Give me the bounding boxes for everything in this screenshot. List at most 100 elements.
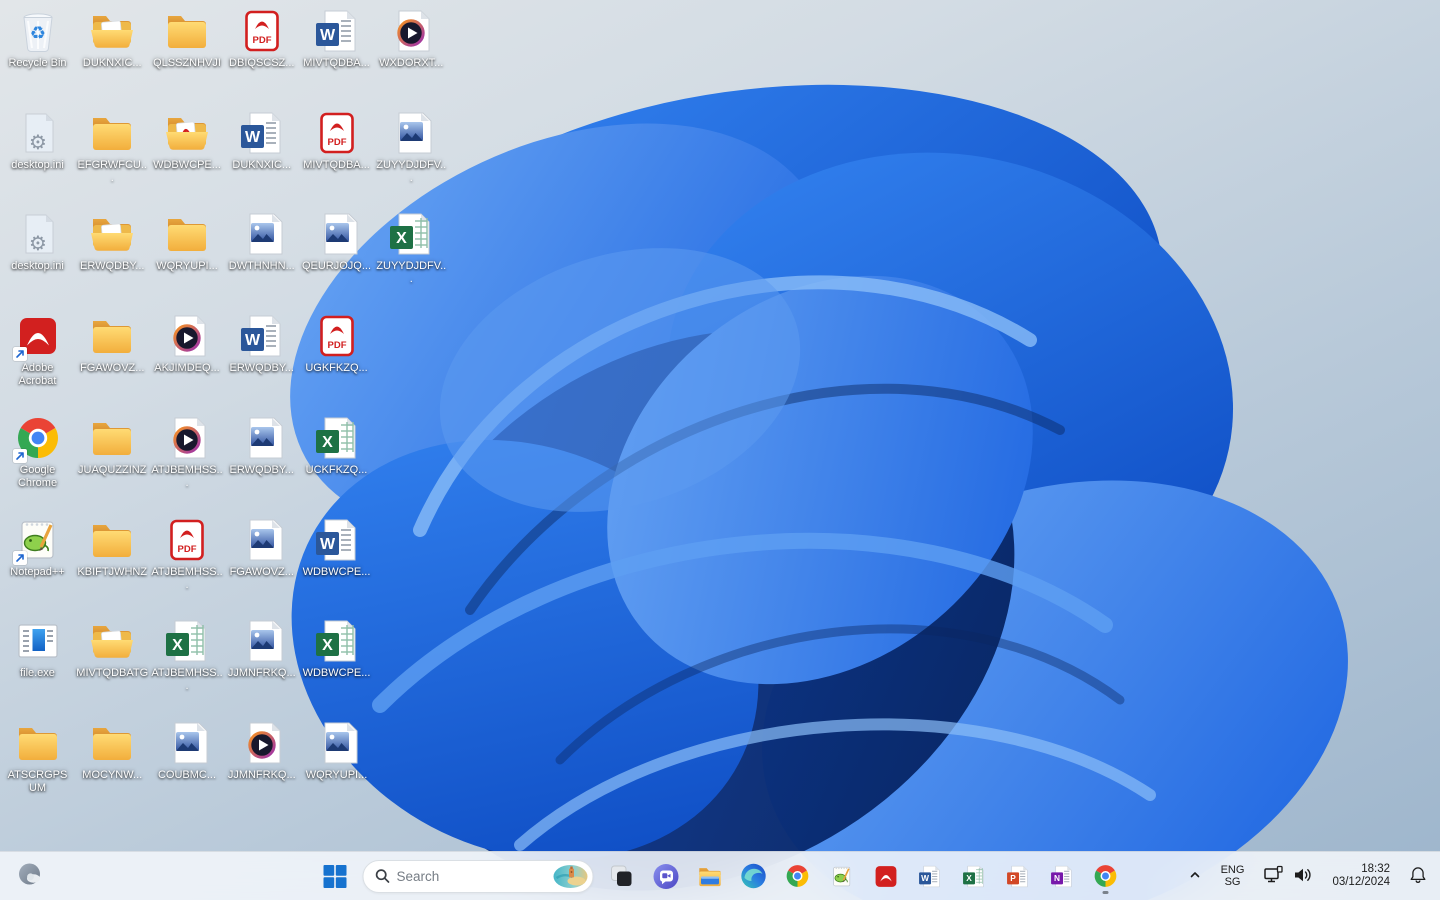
image-icon <box>238 516 286 564</box>
volume-icon <box>1292 865 1314 888</box>
chevron-up-icon <box>1187 867 1203 886</box>
image-icon <box>238 210 286 258</box>
desktop-icon-adobe-acrobat[interactable]: Adobe Acrobat <box>1 312 75 388</box>
tray-language-button[interactable]: ENG SG <box>1217 861 1249 891</box>
image-icon <box>238 414 286 462</box>
taskbar-file-explorer-button[interactable] <box>690 856 730 896</box>
tray-notifications-button[interactable] <box>1404 862 1432 891</box>
desktop-icon-desktop-ini[interactable]: ⚙desktop.ini <box>1 210 75 273</box>
taskbar-word-button[interactable]: W <box>910 856 950 896</box>
language-region: SG <box>1221 876 1245 888</box>
desktop-icon-mocynw[interactable]: MOCYNW... <box>75 719 149 782</box>
taskbar-search[interactable] <box>363 860 594 893</box>
notepad-plus-plus-icon <box>829 864 854 889</box>
desktop-icon-erwqdby[interactable]: WERWQDBY... <box>225 312 299 375</box>
desktop-icon-atscrgpsum[interactable]: ATSCRGPSUM <box>1 719 75 795</box>
svg-text:W: W <box>319 536 335 553</box>
icon-label: WDBWCPE... <box>303 566 371 579</box>
media-icon <box>163 414 211 462</box>
icon-label: Google Chrome <box>2 464 74 490</box>
taskbar-onenote-button[interactable]: N <box>1042 856 1082 896</box>
icon-label: ATSCRGPSUM <box>7 769 69 795</box>
taskbar-excel-button[interactable]: X <box>954 856 994 896</box>
desktop-icon-atjbemhss[interactable]: PDFATJBEMHSS... <box>150 516 224 592</box>
folder-icon <box>88 312 136 360</box>
desktop-icon-notepad[interactable]: Notepad++ <box>1 516 75 579</box>
tray-chevron-button[interactable] <box>1183 864 1207 889</box>
desktop-icon-wdbwcpe[interactable]: W WDBWCPE... <box>300 516 374 579</box>
desktop-icon-fgawovz[interactable]: FGAWOVZ... <box>75 312 149 375</box>
desktop-icon-file-exe[interactable]: file.exe <box>1 617 75 680</box>
desktop-icon-desktop-ini[interactable]: ⚙desktop.ini <box>1 109 75 172</box>
desktop-icon-dwthnhn[interactable]: DWTHNHN... <box>225 210 299 273</box>
desktop-icon-atjbemhss[interactable]: XATJBEMHSS... <box>150 617 224 693</box>
desktop-icon-duknxic[interactable]: DUKNXIC... <box>75 7 149 70</box>
icon-label: Notepad++ <box>10 566 64 579</box>
taskbar-start-button[interactable] <box>315 856 355 896</box>
icon-label: JJMNFRKQ... <box>228 667 296 680</box>
desktop-icon-mivtqdbatg[interactable]: MIVTQDBATG <box>75 617 149 680</box>
desktop-icon-mivtqdba[interactable]: PDFMIVTQDBA... <box>300 109 374 172</box>
shortcut-arrow-icon <box>13 347 27 361</box>
tray-network-button[interactable] <box>1258 861 1318 892</box>
desktop-icon-wqryupi[interactable]: WQRYUPI... <box>300 719 374 782</box>
desktop-icon-mivtqdba[interactable]: W MIVTQDBA... <box>300 7 374 70</box>
desktop-icon-erwqdby[interactable]: ERWQDBY... <box>75 210 149 273</box>
onenote-icon: N <box>1049 864 1074 889</box>
notepadpp-app-icon <box>14 516 62 564</box>
taskbar-notepad-plus-plus-button[interactable] <box>822 856 862 896</box>
desktop-icon-qlssznhvji[interactable]: QLSSZNHVJI <box>150 7 224 70</box>
desktop-icon-akjimdeq[interactable]: AKJIMDEQ... <box>150 312 224 375</box>
desktop-icon-jjmnfrkq[interactable]: JJMNFRKQ... <box>225 719 299 782</box>
desktop-icon-wqryupi[interactable]: WQRYUPI... <box>150 210 224 273</box>
desktop-icon-recycle-bin[interactable]: ♻Recycle Bin <box>1 7 75 70</box>
desktop-icon-zuyydjdfv[interactable]: ZUYYDJDFV... <box>374 109 448 185</box>
icon-label: FGAWOVZ... <box>230 566 294 579</box>
desktop-icon-uckfkzq[interactable]: XUCKFKZQ... <box>300 414 374 477</box>
desktop-icon-zuyydjdfv[interactable]: XZUYYDJDFV... <box>374 210 448 286</box>
taskbar-task-view-button[interactable] <box>602 856 642 896</box>
widgets-weather-button[interactable] <box>10 856 50 896</box>
desktop-icon-efgrwfcu[interactable]: EFGRWFCU... <box>75 109 149 185</box>
desktop-icon-qeurjojq[interactable]: QEURJOJQ... <box>300 210 374 273</box>
icon-label: WXDORXT... <box>379 57 443 70</box>
icon-label: MIVTQDBA... <box>303 57 370 70</box>
search-input[interactable] <box>391 869 553 884</box>
icon-label: ZUYYDJDFV... <box>375 159 447 185</box>
image-icon <box>313 719 361 767</box>
start-icon <box>322 864 347 889</box>
tray-clock-button[interactable]: 18:32 03/12/2024 <box>1328 860 1394 892</box>
folder-icon <box>163 7 211 55</box>
desktop-icon-ugkfkzq[interactable]: PDFUGKFKZQ... <box>300 312 374 375</box>
desktop-icon-jjmnfrkq[interactable]: JJMNFRKQ... <box>225 617 299 680</box>
desktop-icon-wdbwcpe[interactable]: XWDBWCPE... <box>300 617 374 680</box>
excel-icon: X <box>313 414 361 462</box>
taskbar-acrobat-button[interactable] <box>866 856 906 896</box>
desktop-icon-coubmc[interactable]: COUBMC... <box>150 719 224 782</box>
desktop-icon-dbiqscsz[interactable]: PDFDBIQSCSZ... <box>225 7 299 70</box>
desktop-icon-google-chrome[interactable]: Google Chrome <box>1 414 75 490</box>
image-icon <box>313 210 361 258</box>
desktop-icon-wxdorxt[interactable]: WXDORXT... <box>374 7 448 70</box>
desktop-icon-kbiftjwhnz[interactable]: KBIFTJWHNZ <box>75 516 149 579</box>
folder-icon <box>88 109 136 157</box>
icon-label: desktop.ini <box>11 260 64 273</box>
desktop-icon-juaquzzinz[interactable]: JUAQUZZINZ <box>75 414 149 477</box>
taskbar-chrome-button[interactable] <box>778 856 818 896</box>
desktop-icon-fgawovz[interactable]: FGAWOVZ... <box>225 516 299 579</box>
taskbar-powerpoint-button[interactable]: P <box>998 856 1038 896</box>
icon-label: DWTHNHN... <box>229 260 295 273</box>
taskbar-chat-button[interactable] <box>646 856 686 896</box>
bing-daily-image <box>553 864 589 889</box>
desktop-icon-wdbwcpe[interactable]: WDBWCPE... <box>150 109 224 172</box>
taskbar-chrome-running-button[interactable] <box>1086 856 1126 896</box>
excel-icon: X <box>961 864 986 889</box>
svg-text:PDF: PDF <box>252 35 271 46</box>
desktop-icon-atjbemhss[interactable]: ATJBEMHSS... <box>150 414 224 490</box>
svg-text:W: W <box>319 27 335 44</box>
icon-label: AKJIMDEQ... <box>154 362 219 375</box>
desktop-icon-duknxic[interactable]: WDUKNXIC... <box>225 109 299 172</box>
taskbar-edge-button[interactable] <box>734 856 774 896</box>
svg-text:P: P <box>1010 873 1016 883</box>
desktop-icon-erwqdby[interactable]: ERWQDBY... <box>225 414 299 477</box>
